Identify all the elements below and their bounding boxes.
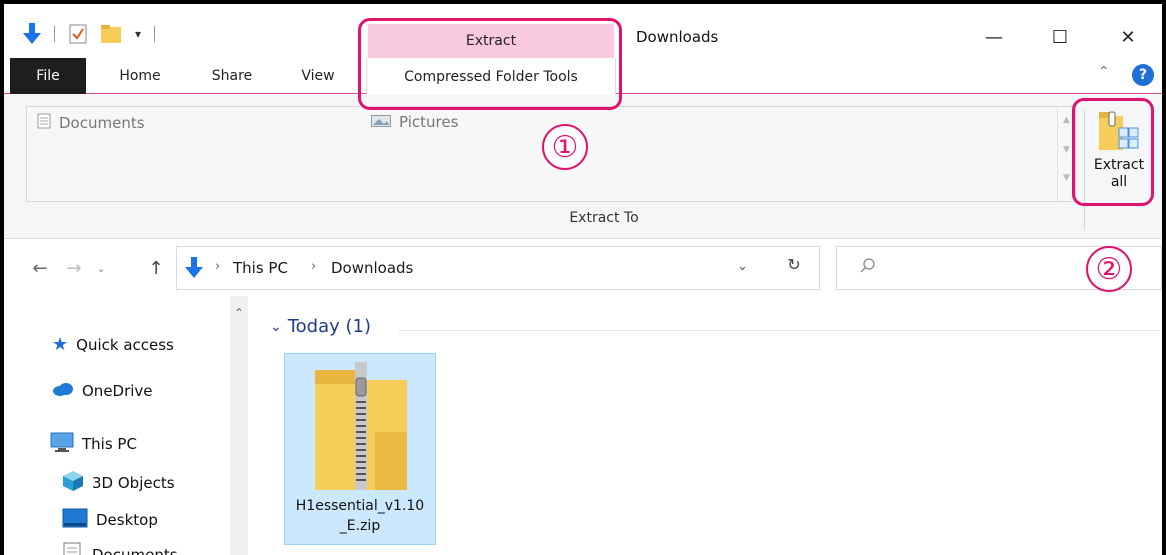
star-icon: ★ bbox=[52, 334, 69, 355]
recent-locations-chevron-icon[interactable]: ⌄ bbox=[92, 256, 110, 280]
file-name: H1essential_v1.10 _E.zip bbox=[285, 496, 435, 536]
navigation-pane: ★ Quick access OneDrive This PC 3D Objec… bbox=[4, 296, 230, 555]
group-divider bbox=[398, 330, 1160, 331]
gallery-item-documents[interactable]: Documents bbox=[37, 113, 145, 133]
search-icon bbox=[859, 257, 877, 279]
address-bar[interactable]: › This PC › Downloads ⌄ bbox=[176, 246, 820, 290]
scroll-up-icon[interactable]: ▲ bbox=[1063, 115, 1070, 125]
context-tab-header: Extract bbox=[368, 24, 614, 58]
nav-item-desktop[interactable]: Desktop bbox=[62, 508, 158, 532]
group-header-label: Today (1) bbox=[287, 316, 372, 337]
extract-all-icon bbox=[1097, 108, 1141, 157]
group-header-today[interactable]: ⌄ Today (1) bbox=[270, 316, 371, 337]
tab-file[interactable]: File bbox=[10, 58, 86, 94]
properties-checkmark-icon[interactable] bbox=[66, 22, 90, 46]
nav-pane-scrollbar[interactable]: ⌃ bbox=[230, 296, 248, 555]
ribbon-group-label: Extract To bbox=[569, 210, 639, 226]
pictures-icon bbox=[371, 113, 391, 131]
desktop-icon bbox=[62, 508, 88, 532]
title-bar: ▾ Extract Downloads — ☐ ✕ bbox=[4, 4, 1162, 58]
gallery-item-pictures[interactable]: Pictures bbox=[371, 113, 458, 131]
ribbon-panel: Documents Pictures ▲ ▼ ▼ Extract To Extr… bbox=[4, 94, 1162, 239]
zip-folder-icon bbox=[311, 362, 411, 496]
toolbar-separator bbox=[54, 26, 55, 42]
tab-compressed-folder-tools[interactable]: Compressed Folder Tools bbox=[366, 58, 616, 95]
minimize-button[interactable]: — bbox=[964, 20, 1024, 54]
cube-icon bbox=[62, 470, 84, 496]
tab-share[interactable]: Share bbox=[200, 58, 264, 94]
breadcrumb-chevron-icon[interactable]: › bbox=[215, 259, 220, 274]
breadcrumb-item-this-pc[interactable]: This PC bbox=[233, 259, 288, 277]
close-button[interactable]: ✕ bbox=[1098, 20, 1158, 54]
computer-icon bbox=[50, 432, 74, 456]
tab-view[interactable]: View bbox=[290, 58, 346, 94]
nav-item-label: 3D Objects bbox=[92, 474, 175, 492]
gallery-item-label: Documents bbox=[59, 114, 145, 132]
new-folder-icon[interactable] bbox=[98, 22, 124, 46]
ribbon-tab-row: File Home Share View Compressed Folder T… bbox=[4, 58, 1162, 95]
gallery-scrollbar[interactable]: ▲ ▼ ▼ bbox=[1057, 107, 1077, 203]
toolbar-separator bbox=[154, 26, 155, 42]
nav-item-label: OneDrive bbox=[82, 382, 153, 400]
navigation-bar: ← → ⌄ ↑ › This PC › Downloads ⌄ ↻ bbox=[4, 240, 1162, 296]
refresh-icon[interactable]: ↻ bbox=[782, 252, 806, 276]
callout-number-2: ② bbox=[1086, 246, 1132, 292]
file-name-line2: _E.zip bbox=[339, 518, 381, 534]
nav-item-this-pc[interactable]: This PC bbox=[50, 432, 137, 456]
scroll-up-icon[interactable]: ⌃ bbox=[234, 306, 244, 320]
maximize-button[interactable]: ☐ bbox=[1030, 20, 1090, 54]
breadcrumb-chevron-icon[interactable]: › bbox=[311, 259, 316, 274]
nav-item-label: Documents bbox=[92, 546, 178, 555]
back-arrow-icon[interactable]: ← bbox=[28, 256, 52, 280]
file-item[interactable]: H1essential_v1.10 _E.zip bbox=[284, 353, 436, 545]
gallery-more-icon[interactable]: ▼ bbox=[1063, 173, 1070, 183]
collapse-ribbon-chevron-icon[interactable]: ⌃ bbox=[1098, 64, 1110, 80]
file-name-line1: H1essential_v1.10 bbox=[295, 498, 425, 514]
customize-toolbar-chevron-icon[interactable]: ▾ bbox=[130, 22, 146, 46]
nav-item-quick-access[interactable]: ★ Quick access bbox=[52, 334, 174, 355]
extract-all-button[interactable]: Extract all bbox=[1084, 102, 1154, 202]
file-list: ⌄ Today (1) H1essential_v1.10 _E.zip bbox=[248, 296, 1162, 555]
download-arrow-icon[interactable] bbox=[20, 22, 44, 46]
up-arrow-icon[interactable]: ↑ bbox=[144, 256, 168, 280]
address-history-chevron-icon[interactable]: ⌄ bbox=[737, 259, 748, 274]
nav-item-label: This PC bbox=[82, 435, 137, 453]
help-icon[interactable]: ? bbox=[1132, 64, 1154, 86]
window-title: Downloads bbox=[636, 28, 719, 46]
extract-all-label-line1: Extract bbox=[1093, 157, 1145, 173]
document-icon bbox=[62, 542, 84, 555]
nav-item-documents[interactable]: Documents bbox=[62, 542, 178, 555]
scroll-down-icon[interactable]: ▼ bbox=[1063, 145, 1070, 155]
nav-item-onedrive[interactable]: OneDrive bbox=[52, 382, 153, 400]
callout-number-1: ① bbox=[542, 124, 588, 170]
nav-item-label: Quick access bbox=[76, 335, 174, 354]
search-input[interactable] bbox=[885, 255, 1085, 281]
cloud-icon bbox=[52, 382, 74, 400]
nav-item-label: Desktop bbox=[96, 511, 158, 529]
tab-home[interactable]: Home bbox=[108, 58, 172, 94]
download-arrow-icon bbox=[185, 257, 203, 283]
forward-arrow-icon[interactable]: → bbox=[62, 256, 86, 280]
chevron-down-icon: ⌄ bbox=[270, 318, 282, 335]
breadcrumb-item-downloads[interactable]: Downloads bbox=[331, 259, 413, 277]
gallery-item-label: Pictures bbox=[399, 113, 459, 131]
document-icon bbox=[37, 113, 51, 133]
nav-item-3d-objects[interactable]: 3D Objects bbox=[62, 470, 175, 496]
extract-all-label-line2: all bbox=[1110, 174, 1128, 190]
